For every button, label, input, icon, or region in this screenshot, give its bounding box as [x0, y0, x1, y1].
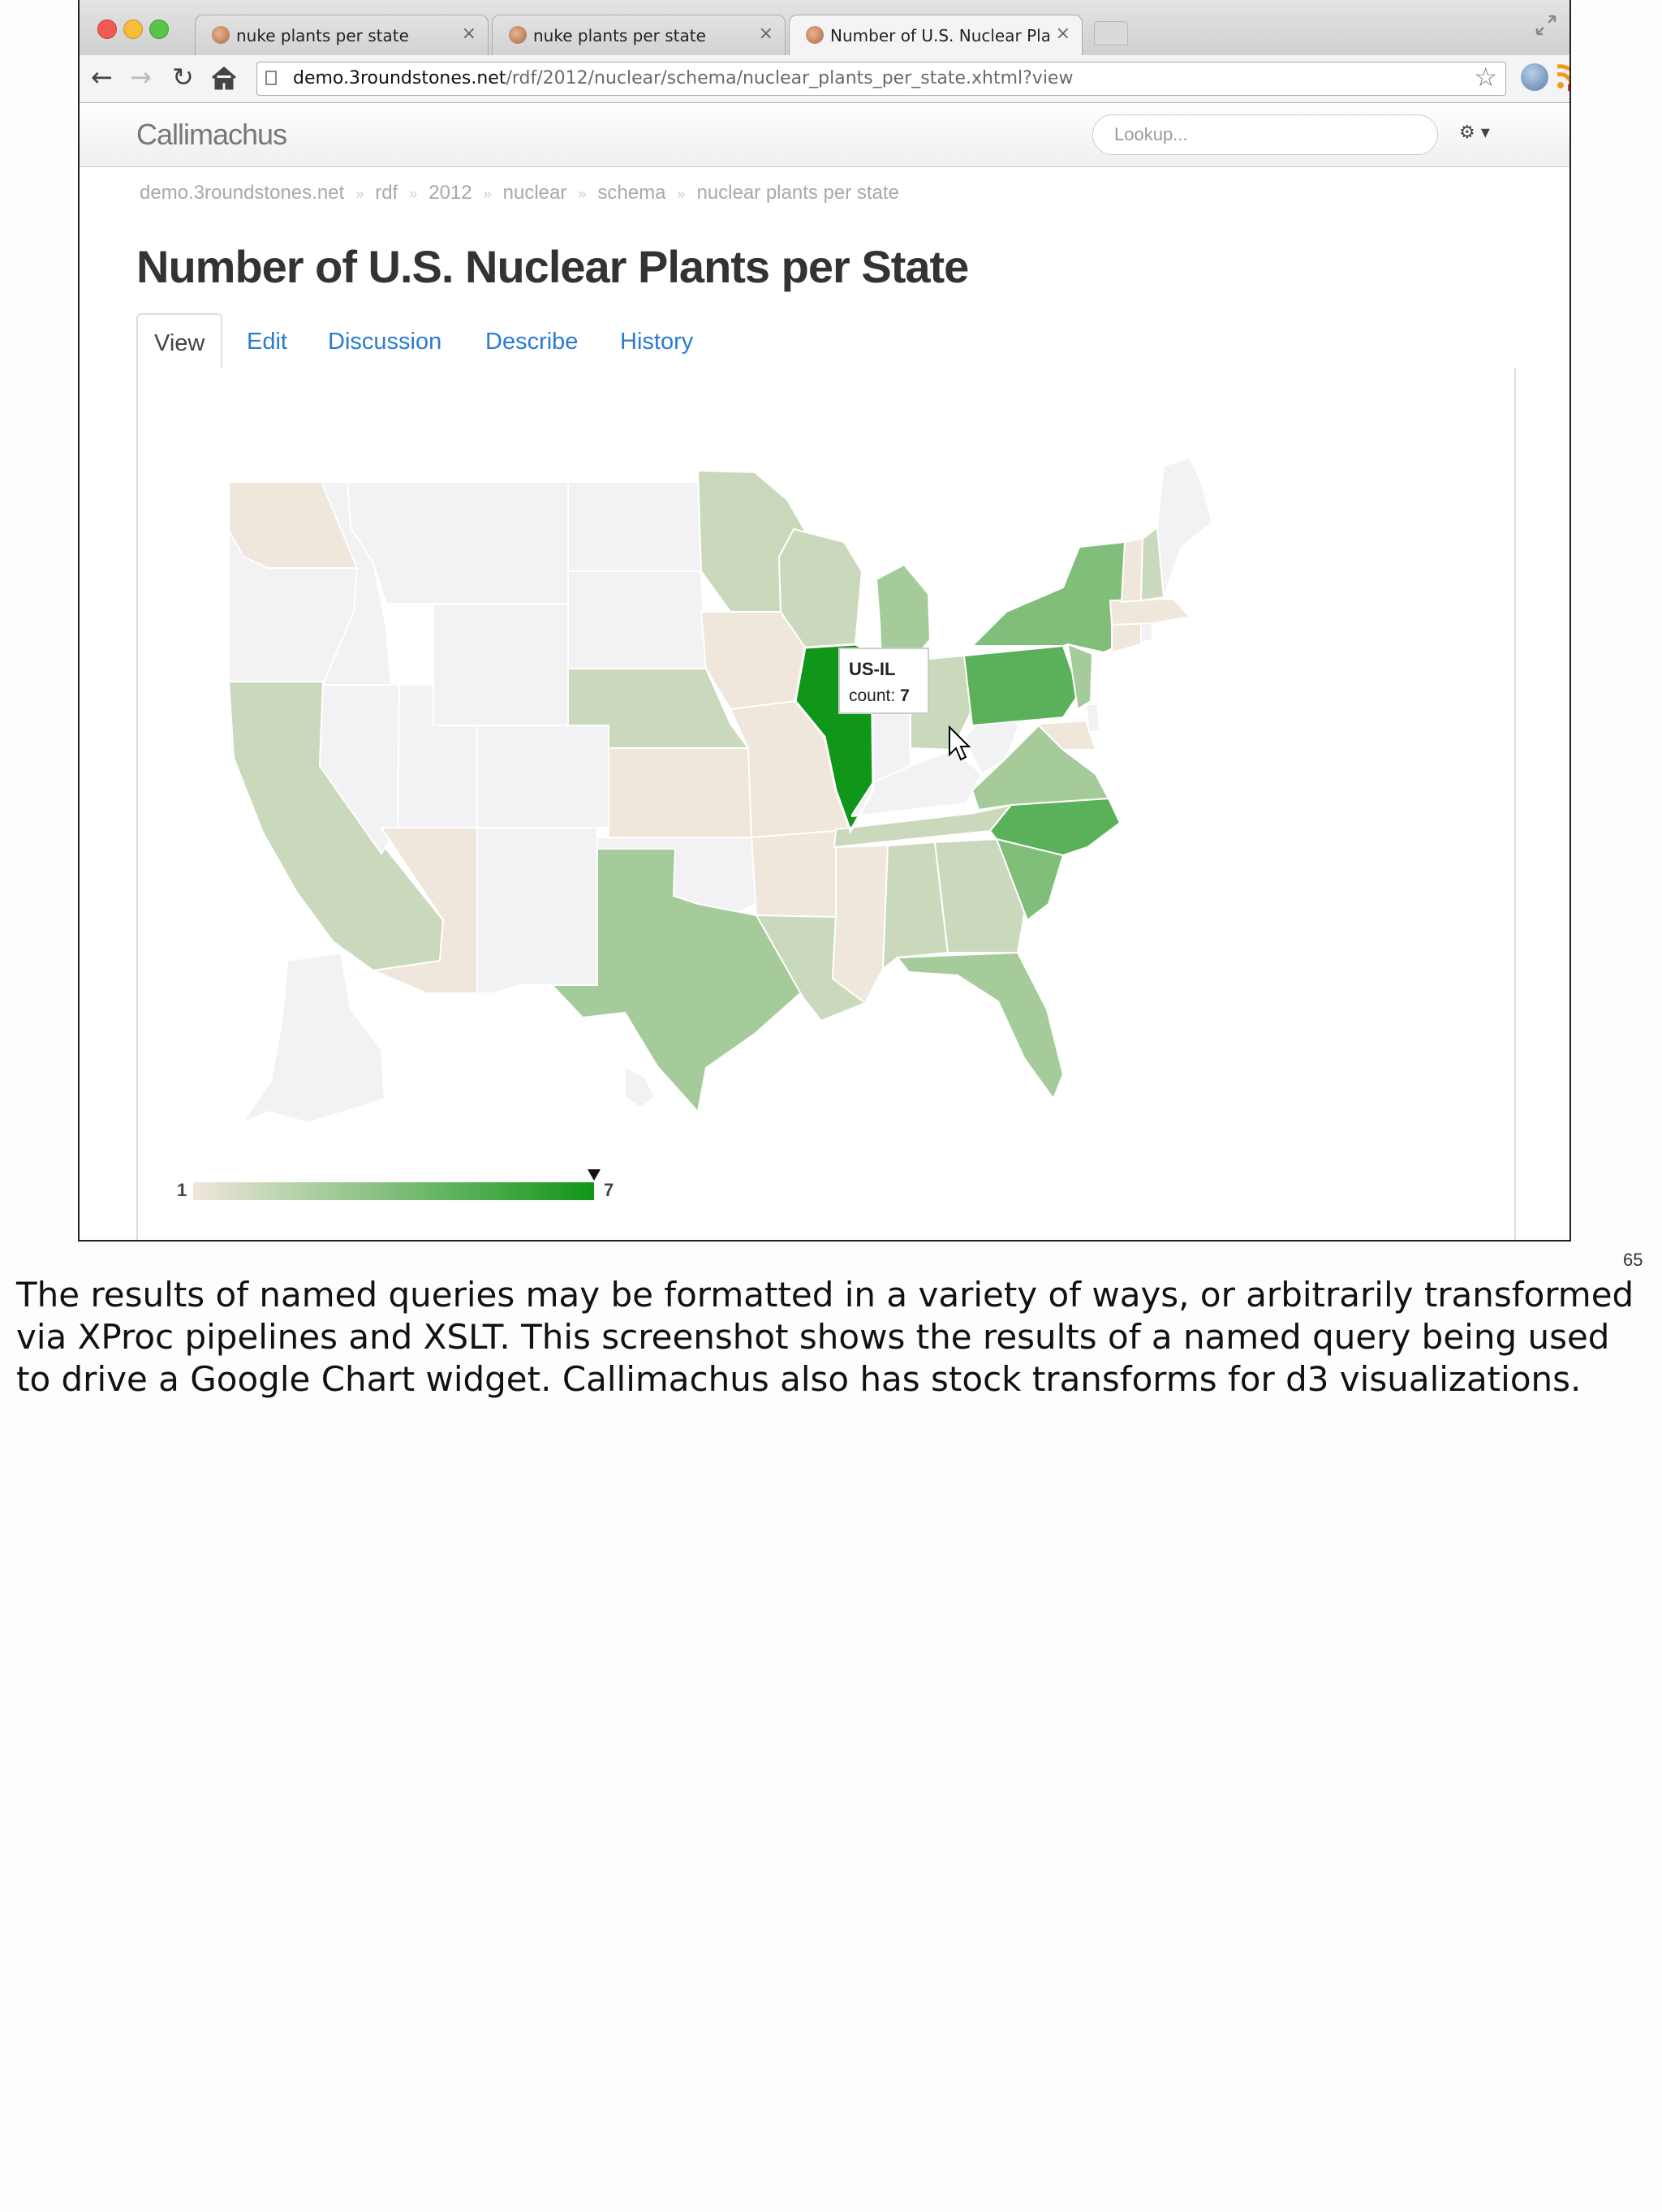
extension-globe-icon[interactable] [1521, 63, 1548, 91]
state-ms[interactable] [831, 844, 889, 1005]
browser-window: nuke plants per state × nuke plants per … [78, 0, 1571, 1242]
bookmark-star-icon[interactable]: ☆ [1474, 61, 1497, 93]
breadcrumb-separator: » [677, 186, 686, 202]
legend-max-label: 7 [604, 1180, 614, 1200]
favicon-icon [806, 26, 824, 44]
state-co[interactable] [476, 725, 609, 828]
state-ny[interactable] [970, 540, 1126, 654]
tab-close-icon[interactable]: × [759, 24, 773, 44]
rss-icon[interactable]: 10 [1555, 63, 1571, 91]
browser-toolbar: ← → ↻ demo.3roundstones.net/rdf/2012/nuc… [80, 55, 1569, 103]
breadcrumb-item[interactable]: schema [597, 182, 665, 204]
legend-gradient-bar [193, 1182, 594, 1200]
state-mt[interactable] [346, 481, 569, 605]
tooltip-state: US-IL [849, 659, 895, 679]
state-de[interactable] [1084, 704, 1102, 733]
url-text: demo.3roundstones.net/rdf/2012/nuclear/s… [293, 68, 1074, 88]
fullscreen-icon[interactable] [1534, 13, 1558, 37]
app-navbar: Callimachus ⚙ ▾ [80, 103, 1569, 167]
breadcrumb-current: nuclear plants per state [696, 182, 899, 204]
browser-title-bar: nuke plants per state × nuke plants per … [80, 0, 1569, 55]
tab-close-icon[interactable]: × [1056, 24, 1070, 44]
state-ct[interactable] [1111, 620, 1142, 654]
tab-edit[interactable]: Edit [247, 313, 287, 370]
close-window-button[interactable] [97, 19, 117, 39]
geochart-panel: US-IL count: 7 1 7 [136, 368, 1516, 1240]
breadcrumb-separator: » [578, 186, 587, 202]
color-legend: 1 7 [177, 1169, 614, 1200]
minimize-window-button[interactable] [123, 19, 143, 39]
tab-label: nuke plants per state [236, 26, 409, 45]
svg-text:count: 7: count: 7 [849, 686, 910, 705]
state-ks[interactable] [608, 747, 753, 838]
tab-close-icon[interactable]: × [462, 24, 476, 44]
state-fl[interactable] [896, 951, 1065, 1101]
page-title: Number of U.S. Nuclear Plants per State [136, 241, 969, 292]
state-ak[interactable] [239, 951, 386, 1125]
state-wy[interactable] [433, 603, 569, 726]
browser-tab-1[interactable]: nuke plants per state × [195, 15, 489, 55]
lookup-input[interactable] [1092, 114, 1438, 155]
breadcrumb-item[interactable]: rdf [375, 182, 398, 204]
brand-logo[interactable]: Callimachus [136, 118, 287, 152]
tab-label: Number of U.S. Nuclear Plan [830, 26, 1049, 45]
zoom-window-button[interactable] [149, 19, 169, 39]
tab-view[interactable]: View [136, 313, 223, 370]
new-tab-button[interactable] [1094, 21, 1128, 45]
breadcrumb-separator: » [483, 186, 492, 202]
favicon-icon [212, 26, 230, 44]
settings-gear-icon[interactable]: ⚙ ▾ [1459, 123, 1490, 143]
state-nd[interactable] [567, 481, 703, 572]
state-hi[interactable] [624, 1065, 656, 1110]
page-icon [265, 71, 277, 85]
tab-discussion[interactable]: Discussion [328, 313, 441, 370]
state-nm[interactable] [476, 827, 598, 994]
state-tooltip: US-IL count: 7 [838, 648, 929, 714]
tooltip-value: 7 [900, 686, 910, 705]
reload-icon[interactable]: ↻ [172, 62, 194, 93]
state-sd[interactable] [567, 570, 708, 669]
state-me[interactable] [1156, 456, 1214, 598]
breadcrumb-separator: » [409, 186, 418, 202]
legend-value-marker-icon [588, 1169, 601, 1181]
browser-tab-2[interactable]: nuke plants per state × [492, 15, 786, 55]
state-ri[interactable] [1140, 621, 1153, 644]
state-vt[interactable] [1120, 537, 1144, 604]
back-icon[interactable]: ← [91, 62, 113, 93]
tab-history[interactable]: History [620, 313, 693, 370]
tab-describe[interactable]: Describe [485, 313, 578, 370]
address-bar[interactable]: demo.3roundstones.net/rdf/2012/nuclear/s… [256, 62, 1506, 96]
breadcrumb-item[interactable]: 2012 [428, 182, 471, 204]
rss-badge: 10 [1570, 84, 1571, 91]
forward-icon[interactable]: → [130, 62, 152, 93]
home-icon[interactable] [211, 66, 237, 90]
tab-label: nuke plants per state [533, 26, 706, 45]
legend-min-label: 1 [177, 1180, 187, 1200]
breadcrumb-item[interactable]: nuclear [503, 182, 567, 204]
browser-tab-active[interactable]: Number of U.S. Nuclear Plan × [789, 15, 1083, 55]
slide-caption: The results of named queries may be form… [16, 1275, 1634, 1399]
breadcrumb-item[interactable]: demo.3roundstones.net [140, 182, 344, 204]
resource-tabs: View Edit Discussion Describe History [136, 313, 1516, 372]
breadcrumb: demo.3roundstones.net » rdf » 2012 » nuclear » s… [140, 182, 899, 204]
slide-number: 65 [1623, 1250, 1643, 1270]
tooltip-label: count: [849, 686, 895, 705]
breadcrumb-separator: » [355, 186, 364, 202]
favicon-icon [509, 26, 527, 44]
us-state-map: US-IL count: 7 1 7 [177, 456, 1214, 1200]
state-pa[interactable] [962, 644, 1081, 727]
